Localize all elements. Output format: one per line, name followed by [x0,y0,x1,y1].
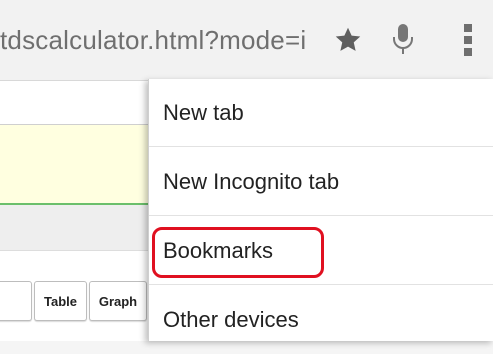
url-field[interactable]: tdscalculator.html?mode=i [0,16,320,64]
table-view-button[interactable]: Table [34,281,87,321]
browser-toolbar: tdscalculator.html?mode=i [0,0,493,81]
menu-item-other-devices[interactable]: Other devices [149,286,493,354]
graph-view-button[interactable]: Graph [89,281,147,321]
star-icon [335,27,361,51]
menu-item-new-tab[interactable]: New tab [149,79,493,147]
result-panel [0,124,150,205]
overflow-menu-button[interactable] [456,18,480,62]
voice-search-button[interactable] [386,18,420,60]
overflow-menu-icon [464,24,472,56]
microphone-icon [393,24,413,54]
menu-item-bookmarks[interactable]: Bookmarks [149,217,493,285]
menu-item-new-incognito-tab[interactable]: New Incognito tab [149,148,493,216]
view-button-partial[interactable] [0,281,32,321]
overflow-menu: New tab New Incognito tab Bookmarks Othe… [148,79,493,341]
bookmark-star-button[interactable] [330,22,366,58]
section-bar [0,205,150,251]
